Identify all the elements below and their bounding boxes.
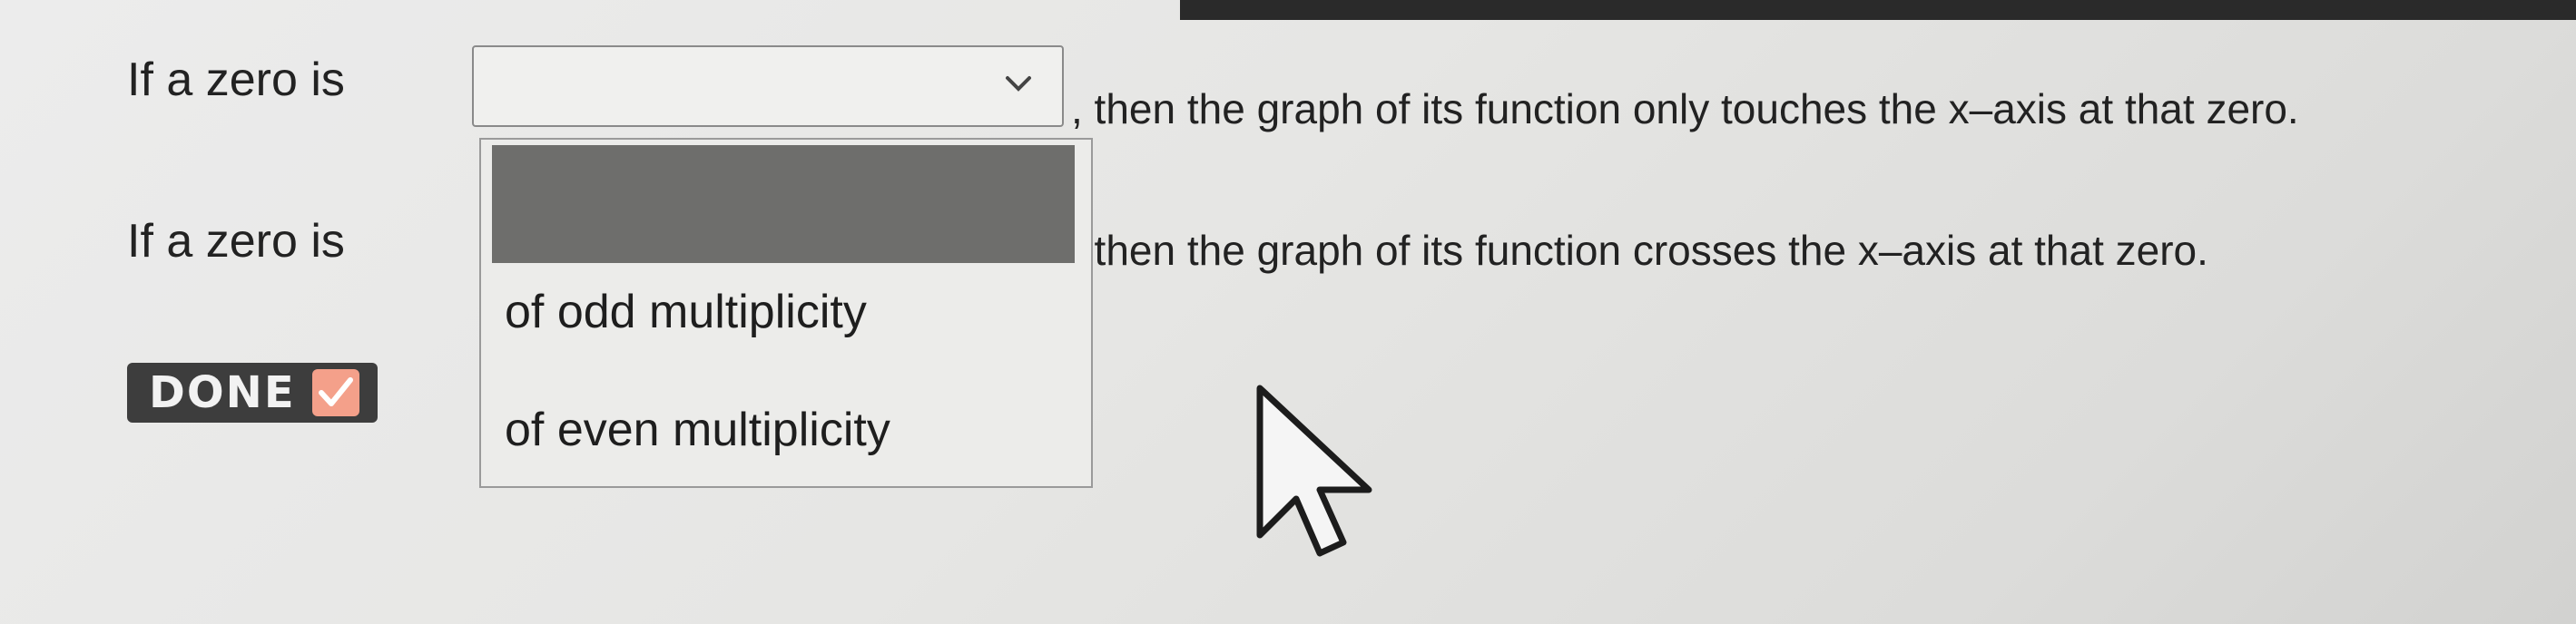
- checkmark-icon: [311, 369, 359, 416]
- question-line-2-prefix: If a zero is: [127, 215, 345, 268]
- question-line-1-prefix: If a zero is: [127, 54, 345, 106]
- done-badge: DONE: [127, 363, 378, 423]
- done-label: DONE: [149, 367, 296, 418]
- top-dark-bar: [1180, 0, 2576, 20]
- question-line-2-suffix: , then the graph of its function crosses…: [1071, 227, 2208, 274]
- option-even-multiplicity[interactable]: of even multiplicity: [505, 403, 890, 457]
- mouse-pointer-icon: [1256, 385, 1372, 557]
- dropdown-highlight-empty-option[interactable]: [492, 145, 1075, 263]
- dropdown-menu: of odd multiplicity of even multiplicity: [479, 138, 1093, 488]
- multiplicity-select[interactable]: [472, 45, 1064, 127]
- chevron-down-icon: [1006, 76, 1031, 92]
- question-line-1-suffix: , then the graph of its function only to…: [1071, 85, 2299, 132]
- option-odd-multiplicity[interactable]: of odd multiplicity: [505, 285, 867, 339]
